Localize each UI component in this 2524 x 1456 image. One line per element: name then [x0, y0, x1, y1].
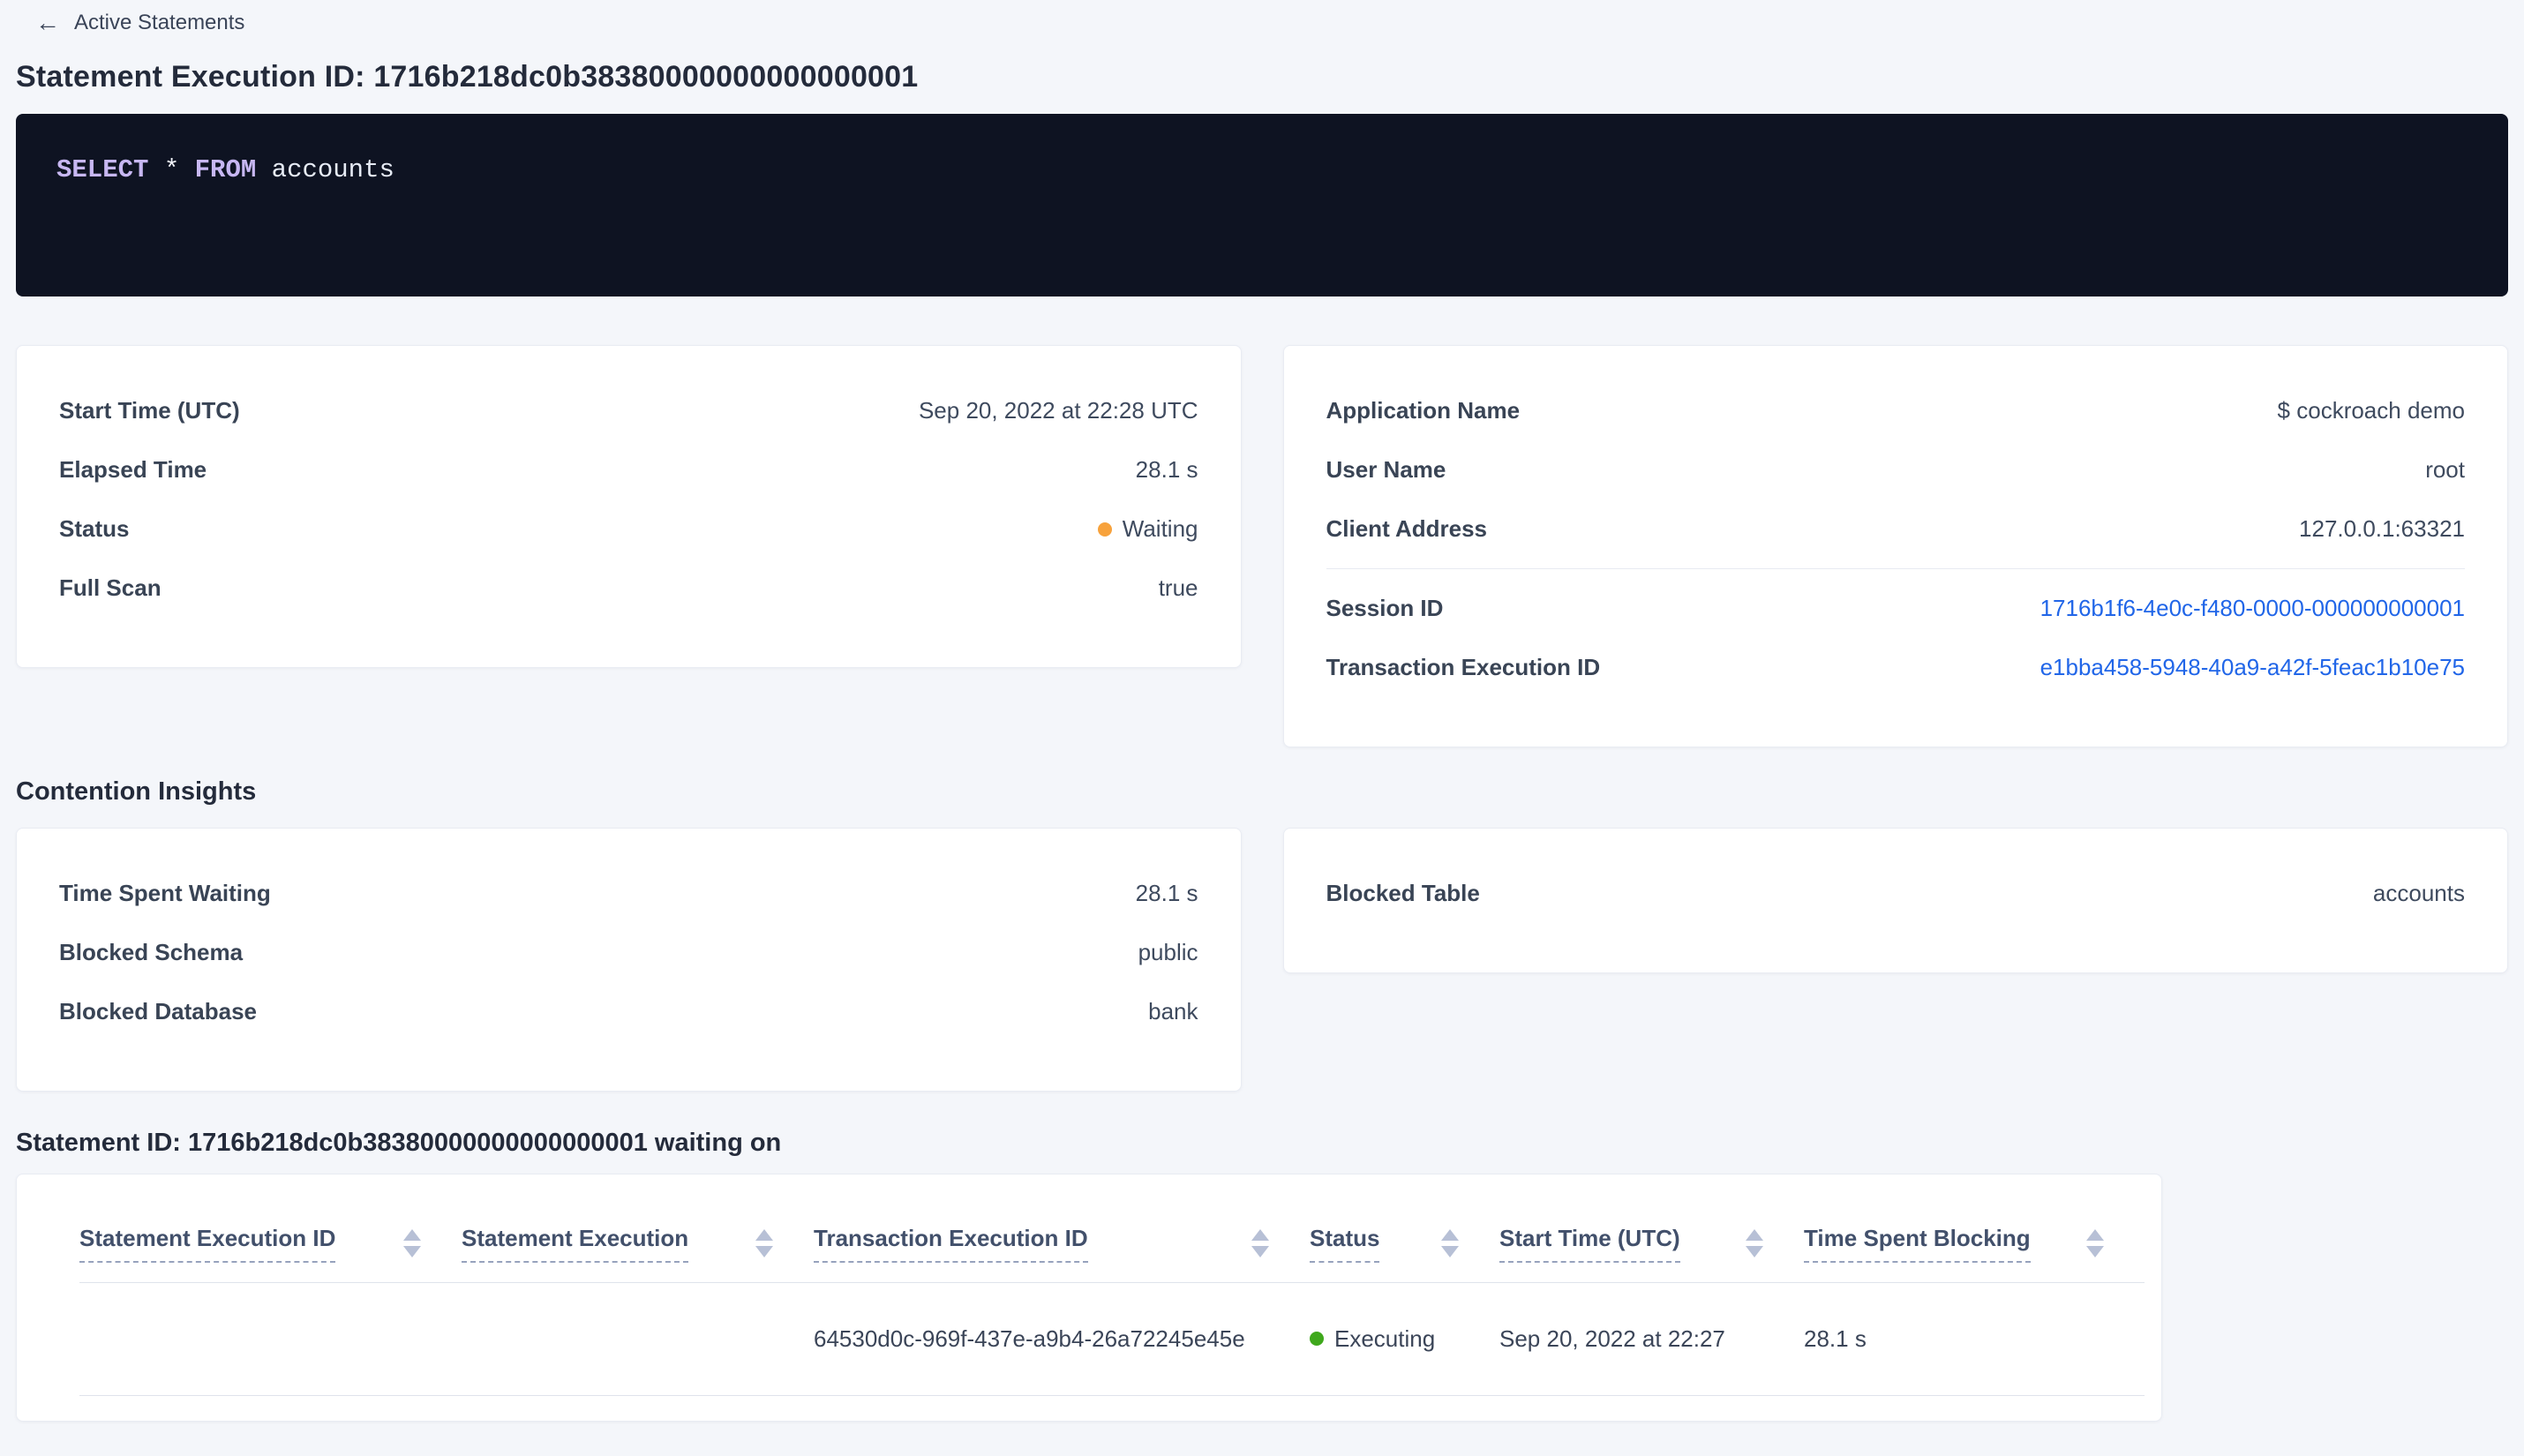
detail-row-start-time: Start Time (UTC) Sep 20, 2022 at 22:28 U…	[59, 381, 1198, 440]
session-card-divider	[1326, 568, 2465, 569]
application-name-label: Application Name	[1326, 397, 1521, 424]
sql-statement-box: SELECT * FROM accounts	[16, 114, 2508, 296]
contention-insights-title: Contention Insights	[16, 777, 257, 806]
transaction-execution-id-label: Transaction Execution ID	[1326, 654, 1601, 680]
column-header-start-time[interactable]: Start Time (UTC)	[1499, 1175, 1804, 1283]
detail-row-blocked-database: Blocked Database bank	[59, 982, 1198, 1041]
column-header-transaction-execution-id[interactable]: Transaction Execution ID	[814, 1175, 1310, 1283]
client-address-label: Client Address	[1326, 515, 1488, 542]
column-label: Statement Execution	[462, 1225, 689, 1263]
elapsed-time-value: 28.1 s	[1135, 456, 1198, 483]
statement-details-page: ← Active Statements Statement Execution …	[0, 0, 2524, 1422]
detail-row-user-name: User Name root	[1326, 440, 2466, 499]
detail-row-session-id: Session ID 1716b1f6-4e0c-f480-0000-00000…	[1326, 579, 2466, 638]
executing-status-value: Executing	[1334, 1325, 1436, 1352]
table-header-row: Statement Execution ID Statement Executi…	[79, 1175, 2145, 1283]
detail-row-blocked-schema: Blocked Schema public	[59, 923, 1198, 982]
column-label: Time Spent Blocking	[1804, 1225, 2031, 1263]
column-label: Status	[1310, 1225, 1380, 1263]
detail-row-full-scan: Full Scan true	[59, 559, 1198, 618]
column-header-statement-execution[interactable]: Statement Execution	[462, 1175, 814, 1283]
sort-icon[interactable]	[1251, 1229, 1269, 1257]
blocked-database-label: Blocked Database	[59, 998, 257, 1024]
blocked-table-label: Blocked Table	[1326, 880, 1480, 906]
user-name-value: root	[2425, 456, 2465, 483]
table-row: 64530d0c-969f-437e-a9b4-26a72245e45e Exe…	[79, 1282, 2145, 1396]
blocked-table-value: accounts	[2372, 880, 2465, 906]
cell-time-spent-blocking: 28.1 s	[1804, 1282, 2145, 1396]
column-header-time-spent-blocking[interactable]: Time Spent Blocking	[1804, 1175, 2145, 1283]
user-name-label: User Name	[1326, 456, 1446, 483]
sort-icon[interactable]	[2086, 1229, 2104, 1257]
waiting-on-table-card: Statement Execution ID Statement Executi…	[16, 1174, 2162, 1422]
detail-row-time-spent-waiting: Time Spent Waiting 28.1 s	[59, 864, 1198, 923]
cell-status: Executing	[1310, 1282, 1499, 1396]
detail-row-transaction-execution-id: Transaction Execution ID e1bba458-5948-4…	[1326, 638, 2466, 697]
back-to-active-statements-link[interactable]: ← Active Statements	[35, 11, 244, 35]
session-id-label: Session ID	[1326, 595, 1444, 621]
column-label: Transaction Execution ID	[814, 1225, 1088, 1263]
status-label: Status	[59, 515, 130, 542]
detail-row-client-address: Client Address 127.0.0.1:63321	[1326, 499, 2466, 559]
sql-keyword: SELECT	[56, 155, 149, 184]
back-arrow-icon: ←	[35, 9, 60, 36]
waiting-on-section-title: Statement ID: 1716b218dc0b38380000000000…	[16, 1129, 782, 1157]
column-label: Statement Execution ID	[79, 1225, 336, 1263]
status-executing-dot-icon	[1310, 1332, 1324, 1346]
full-scan-label: Full Scan	[59, 574, 162, 601]
status-waiting-dot-icon	[1097, 522, 1112, 537]
blocked-database-value: bank	[1148, 998, 1198, 1024]
sort-icon[interactable]	[1746, 1229, 1763, 1257]
time-spent-waiting-value: 28.1 s	[1135, 880, 1198, 906]
column-label: Start Time (UTC)	[1499, 1225, 1680, 1263]
column-header-statement-execution-id[interactable]: Statement Execution ID	[79, 1175, 462, 1283]
sort-icon[interactable]	[403, 1229, 421, 1257]
cell-statement-execution	[462, 1282, 814, 1396]
waiting-on-table: Statement Execution ID Statement Executi…	[79, 1175, 2145, 1396]
status-value: Waiting	[1122, 515, 1198, 542]
session-id-link[interactable]: 1716b1f6-4e0c-f480-0000-000000000001	[2040, 595, 2465, 622]
blocked-schema-label: Blocked Schema	[59, 939, 244, 965]
client-address-value: 127.0.0.1:63321	[2299, 515, 2465, 542]
cell-start-time: Sep 20, 2022 at 22:27	[1499, 1282, 1804, 1396]
back-link-label: Active Statements	[74, 11, 245, 34]
detail-row-application-name: Application Name $ cockroach demo	[1326, 381, 2466, 440]
start-time-label: Start Time (UTC)	[59, 397, 240, 424]
status-badge: Waiting	[1097, 515, 1198, 543]
overview-cards-row: Start Time (UTC) Sep 20, 2022 at 22:28 U…	[16, 345, 2508, 747]
full-scan-value: true	[1158, 574, 1198, 601]
transaction-execution-id-link[interactable]: e1bba458-5948-40a9-a42f-5feac1b10e75	[2040, 654, 2465, 681]
contention-waiting-card: Time Spent Waiting 28.1 s Blocked Schema…	[16, 828, 1242, 1092]
application-name-value: $ cockroach demo	[2277, 397, 2465, 424]
sql-star: *	[163, 155, 180, 184]
detail-row-blocked-table: Blocked Table accounts	[1326, 864, 2466, 923]
sql-table-name: accounts	[271, 155, 394, 184]
column-header-status[interactable]: Status	[1310, 1175, 1499, 1283]
contention-cards-row: Time Spent Waiting 28.1 s Blocked Schema…	[16, 828, 2508, 1092]
start-time-value: Sep 20, 2022 at 22:28 UTC	[918, 397, 1198, 424]
page-title: Statement Execution ID: 1716b218dc0b3838…	[16, 60, 919, 94]
sql-keyword: FROM	[194, 155, 257, 184]
blocked-schema-value: public	[1138, 939, 1198, 965]
cell-statement-execution-id	[79, 1282, 462, 1396]
session-details-card: Application Name $ cockroach demo User N…	[1282, 345, 2508, 747]
execution-details-card: Start Time (UTC) Sep 20, 2022 at 22:28 U…	[16, 345, 1242, 668]
sort-icon[interactable]	[755, 1229, 773, 1257]
detail-row-elapsed-time: Elapsed Time 28.1 s	[59, 440, 1198, 499]
detail-row-status: Status Waiting	[59, 499, 1198, 559]
sort-icon[interactable]	[1441, 1229, 1459, 1257]
time-spent-waiting-label: Time Spent Waiting	[59, 880, 271, 906]
elapsed-time-label: Elapsed Time	[59, 456, 207, 483]
blocked-table-card: Blocked Table accounts	[1282, 828, 2508, 973]
cell-transaction-execution-id: 64530d0c-969f-437e-a9b4-26a72245e45e	[814, 1282, 1310, 1396]
